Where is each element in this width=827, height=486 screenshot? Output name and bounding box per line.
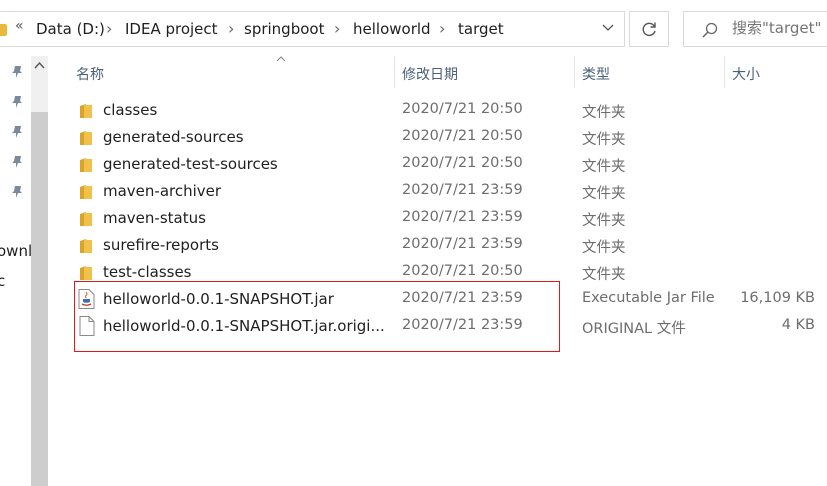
column-divider[interactable] <box>724 56 725 88</box>
file-date: 2020/7/21 23:59 <box>402 209 523 225</box>
folder-icon <box>80 185 92 199</box>
refresh-button[interactable] <box>629 11 669 47</box>
file-size: 16,109 KB <box>740 290 815 306</box>
scroll-up-arrow-icon[interactable] <box>34 62 45 69</box>
pin-icon[interactable] <box>11 95 23 109</box>
folder-icon <box>80 212 92 226</box>
file-type: 文件夹 <box>582 213 626 229</box>
search-box[interactable] <box>683 11 827 47</box>
pin-icon[interactable] <box>11 65 23 79</box>
file-date: 2020/7/21 20:50 <box>402 263 523 279</box>
file-name: maven-archiver <box>103 182 222 200</box>
file-name: test-classes <box>103 263 192 281</box>
breadcrumb-separator-icon[interactable]: › <box>439 19 445 38</box>
breadcrumb-separator-icon[interactable]: › <box>106 19 112 38</box>
address-history-button[interactable] <box>592 12 624 46</box>
folder-icon <box>80 104 92 118</box>
folder-icon <box>0 24 7 36</box>
file-date: 2020/7/21 20:50 <box>402 155 523 171</box>
nav-item-label[interactable]: ownl <box>0 242 32 260</box>
column-header-row: 名称 修改日期 类型 大小 <box>50 56 827 90</box>
folder-icon <box>80 266 92 280</box>
file-name: generated-sources <box>103 128 244 146</box>
breadcrumb-item[interactable]: springboot <box>244 20 324 38</box>
file-type: 文件夹 <box>582 132 626 148</box>
file-name: generated-test-sources <box>103 155 278 173</box>
file-type: 文件夹 <box>582 267 626 283</box>
breadcrumb-separator-icon[interactable]: › <box>334 19 340 38</box>
file-date: 2020/7/21 20:50 <box>402 128 523 144</box>
column-header-type[interactable]: 类型 <box>582 64 610 84</box>
folder-icon <box>80 239 92 253</box>
breadcrumb-item[interactable]: target <box>458 20 504 38</box>
column-header-date[interactable]: 修改日期 <box>402 64 458 84</box>
pin-icon[interactable] <box>11 155 23 169</box>
folder-icon <box>80 158 92 172</box>
pin-icon[interactable] <box>11 185 23 199</box>
column-divider[interactable] <box>574 56 575 88</box>
file-row[interactable]: maven-status 2020/7/21 23:59 文件夹 <box>50 205 827 232</box>
search-icon <box>702 22 718 38</box>
chevron-down-icon <box>602 24 614 31</box>
toolbar: « Data (D:) › IDEA project › springboot … <box>0 0 827 56</box>
file-row[interactable]: classes 2020/7/21 20:50 文件夹 <box>50 97 827 124</box>
nav-item-label[interactable]: c <box>0 272 5 290</box>
breadcrumb-item[interactable]: IDEA project <box>125 20 218 38</box>
file-date: 2020/7/21 23:59 <box>402 182 523 198</box>
breadcrumb-separator-icon[interactable]: › <box>228 19 234 38</box>
folder-icon <box>80 131 92 145</box>
column-divider[interactable] <box>394 56 395 88</box>
file-name: surefire-reports <box>103 236 219 254</box>
file-name: maven-status <box>103 209 206 227</box>
file-type: Executable Jar File <box>582 290 715 306</box>
file-type: 文件夹 <box>582 240 626 256</box>
refresh-icon <box>642 22 656 37</box>
search-input[interactable] <box>732 19 827 37</box>
column-header-size[interactable]: 大小 <box>732 64 760 84</box>
file-type: ORIGINAL 文件 <box>582 321 686 337</box>
file-row[interactable]: maven-archiver 2020/7/21 23:59 文件夹 <box>50 178 827 205</box>
file-type: 文件夹 <box>582 105 626 121</box>
breadcrumb-overflow[interactable]: « <box>15 18 24 34</box>
breadcrumb-item[interactable]: helloworld <box>353 20 431 38</box>
breadcrumb-item[interactable]: Data (D:) <box>36 20 105 38</box>
file-name: classes <box>103 101 158 119</box>
file-row[interactable]: generated-sources 2020/7/21 20:50 文件夹 <box>50 124 827 151</box>
file-row[interactable]: surefire-reports 2020/7/21 23:59 文件夹 <box>50 232 827 259</box>
file-date: 2020/7/21 20:50 <box>402 101 523 117</box>
file-size: 4 KB <box>781 317 815 333</box>
column-header-name[interactable]: 名称 <box>76 64 104 84</box>
nav-scrollbar[interactable] <box>31 56 48 486</box>
file-row[interactable]: generated-test-sources 2020/7/21 20:50 文… <box>50 151 827 178</box>
file-type: 文件夹 <box>582 159 626 175</box>
file-type: 文件夹 <box>582 186 626 202</box>
file-date: 2020/7/21 23:59 <box>402 236 523 252</box>
address-bar[interactable]: « Data (D:) › IDEA project › springboot … <box>0 11 625 47</box>
pin-icon[interactable] <box>11 125 23 139</box>
sort-ascending-icon <box>276 56 286 62</box>
highlight-annotation-box <box>74 281 560 352</box>
